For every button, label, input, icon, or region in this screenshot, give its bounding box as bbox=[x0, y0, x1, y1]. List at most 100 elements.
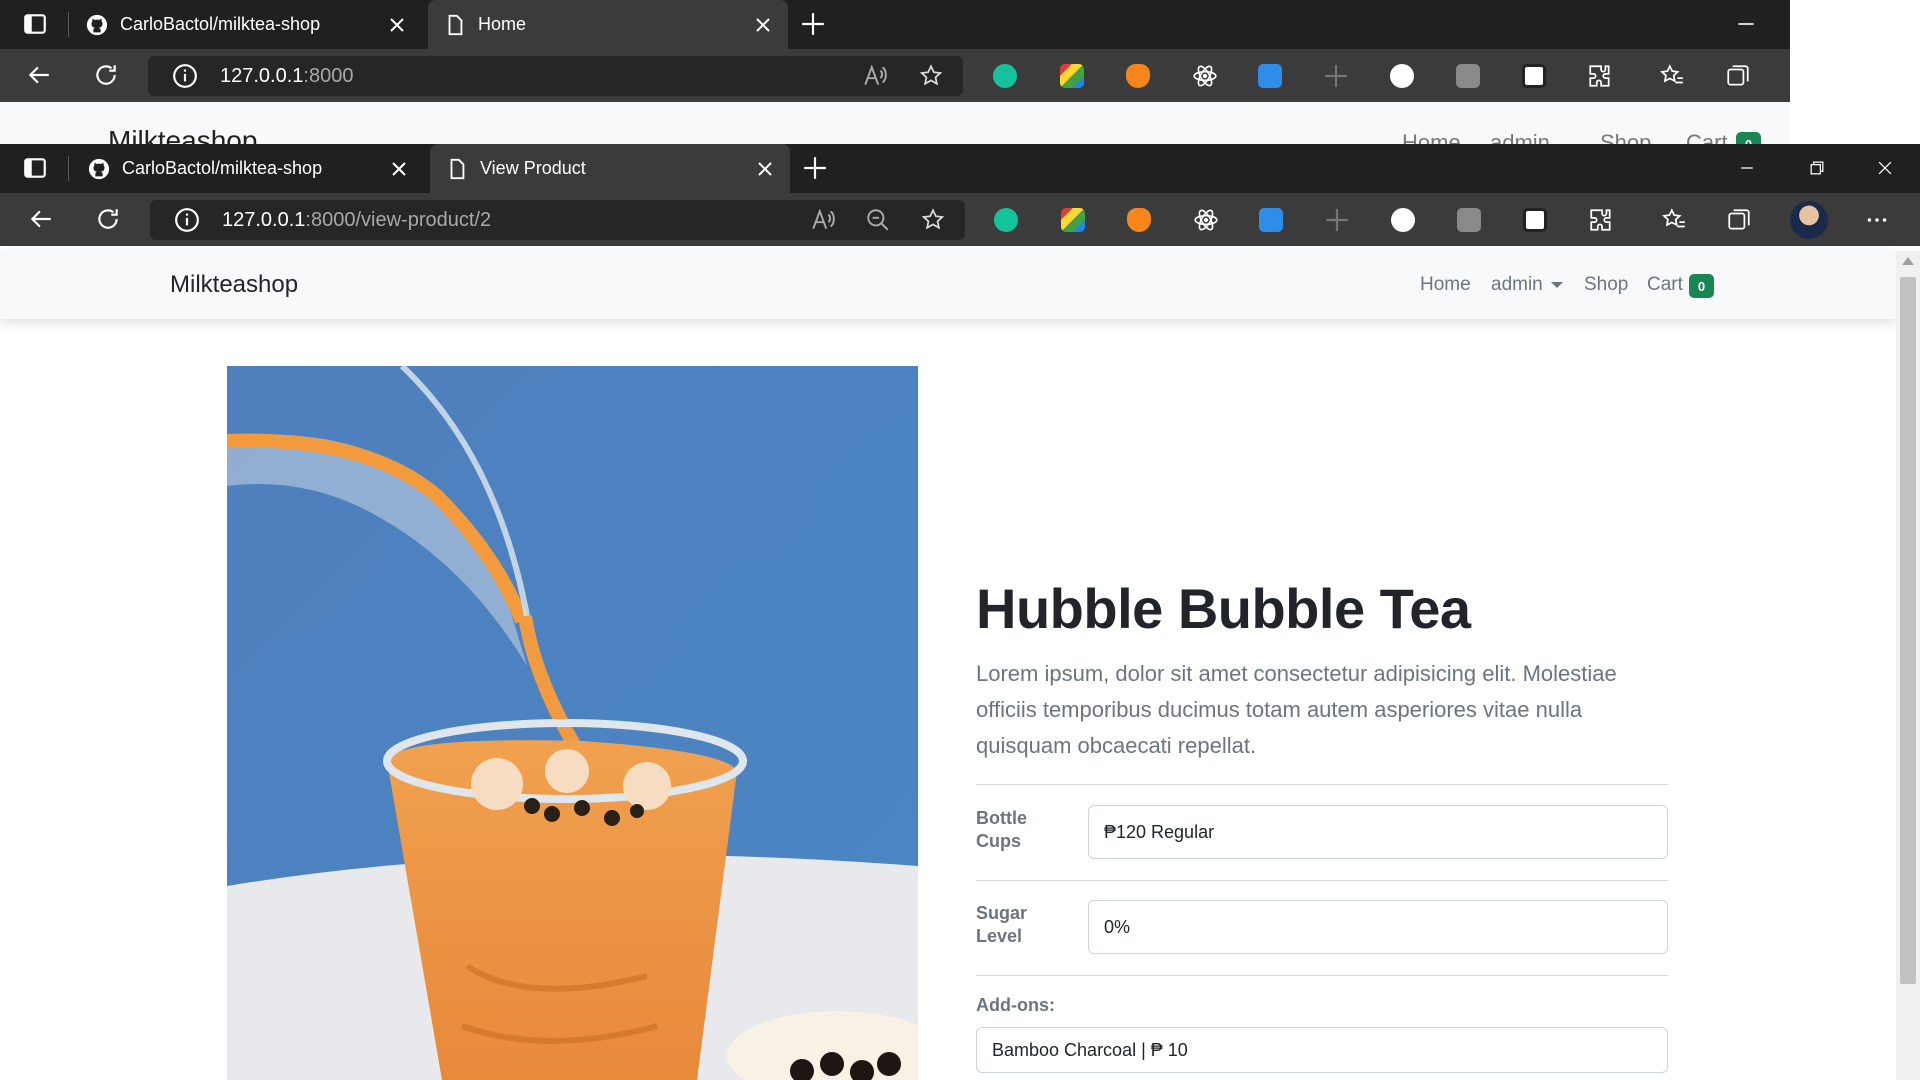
back-address-bar[interactable]: 127.0.0.1:8000 bbox=[148, 56, 963, 96]
product-title: Hubble Bubble Tea bbox=[976, 577, 1471, 640]
nav-home[interactable]: Home bbox=[1420, 274, 1471, 296]
favorites-icon[interactable] bbox=[1661, 207, 1687, 233]
font-extension-icon[interactable] bbox=[1259, 208, 1283, 232]
tab-label: View Product bbox=[480, 158, 586, 178]
metamask-extension-icon[interactable] bbox=[1126, 64, 1150, 88]
back-arrow-icon[interactable] bbox=[28, 206, 54, 232]
tab-view-product[interactable]: View Product bbox=[430, 144, 790, 193]
back-nav-home[interactable]: Home bbox=[1402, 130, 1461, 144]
back-nav-admin[interactable]: admin bbox=[1490, 130, 1550, 144]
font-extension-icon[interactable] bbox=[1258, 64, 1282, 88]
nav-cart[interactable]: Cart bbox=[1647, 274, 1683, 296]
tab-separator bbox=[68, 12, 69, 37]
add-favorite-icon[interactable] bbox=[920, 207, 946, 233]
page-icon bbox=[444, 14, 466, 36]
qr-code-icon[interactable] bbox=[1523, 208, 1547, 232]
read-aloud-icon[interactable] bbox=[862, 63, 888, 89]
product-description: Lorem ipsum, dolor sit amet consectetur … bbox=[976, 661, 1617, 758]
nav-shop[interactable]: Shop bbox=[1584, 274, 1628, 296]
back-browser-window: CarloBactol/milktea-shop Home 127.0.0.1 … bbox=[0, 0, 1790, 144]
extensions-icon[interactable] bbox=[1588, 207, 1614, 233]
color-extension-icon[interactable] bbox=[1060, 64, 1084, 88]
nav-admin-dropdown[interactable]: admin bbox=[1491, 274, 1563, 296]
back-arrow-icon[interactable] bbox=[26, 62, 52, 88]
collections-icon[interactable] bbox=[1726, 207, 1752, 233]
minimize-icon[interactable] bbox=[1733, 11, 1759, 37]
zoom-out-icon[interactable] bbox=[865, 207, 891, 233]
minimize-icon[interactable] bbox=[1734, 155, 1760, 181]
back-nav-cart[interactable]: Cart bbox=[1686, 130, 1728, 144]
measure-extension-icon[interactable] bbox=[1323, 63, 1349, 89]
close-window-icon[interactable] bbox=[1872, 155, 1898, 181]
grammarly-extension-icon[interactable] bbox=[994, 208, 1018, 232]
restore-icon[interactable] bbox=[1804, 155, 1830, 181]
page-icon bbox=[446, 158, 468, 180]
page-scrollbar[interactable] bbox=[1896, 251, 1920, 1080]
color-extension-icon[interactable] bbox=[1061, 208, 1085, 232]
copy-extension-icon[interactable] bbox=[1456, 64, 1480, 88]
tab-label: Home bbox=[478, 14, 527, 34]
info-icon[interactable] bbox=[174, 207, 200, 233]
address-host: 127.0.0.1 bbox=[220, 64, 304, 87]
address-host: 127.0.0.1 bbox=[222, 208, 306, 231]
measure-extension-icon[interactable] bbox=[1324, 207, 1350, 233]
close-icon[interactable] bbox=[390, 160, 408, 178]
product-page: Milkteashop Home admin Shop Cart 0 Hubbl… bbox=[0, 251, 1896, 1080]
json-extension-icon[interactable] bbox=[1390, 64, 1414, 88]
addons-label: Add-ons: bbox=[976, 995, 1055, 1015]
refresh-icon[interactable] bbox=[95, 206, 121, 232]
cart-count-badge: 0 bbox=[1689, 274, 1714, 298]
new-tab-icon[interactable] bbox=[800, 11, 826, 37]
close-icon[interactable] bbox=[754, 16, 772, 34]
grammarly-extension-icon[interactable] bbox=[993, 64, 1017, 88]
profile-avatar[interactable] bbox=[1790, 201, 1828, 239]
tab-actions-icon[interactable] bbox=[22, 155, 48, 181]
sugar-level-label: Sugar Level bbox=[976, 903, 1028, 946]
favorites-icon[interactable] bbox=[1659, 63, 1685, 89]
json-extension-icon[interactable] bbox=[1391, 208, 1415, 232]
github-icon bbox=[86, 14, 108, 36]
tab-github[interactable]: CarloBactol/milktea-shop bbox=[72, 148, 424, 189]
tab-label: CarloBactol/milktea-shop bbox=[122, 158, 323, 178]
back-nav-shop[interactable]: Shop bbox=[1600, 130, 1651, 144]
scroll-up-arrow-icon[interactable] bbox=[1902, 257, 1914, 265]
qr-code-icon[interactable] bbox=[1522, 64, 1546, 88]
product-image bbox=[227, 366, 918, 1080]
site-brand[interactable]: Milkteashop bbox=[170, 271, 298, 299]
new-tab-icon[interactable] bbox=[802, 155, 828, 181]
front-toolbar: 127.0.0.1:8000/view-product/2 bbox=[0, 193, 1920, 246]
back-cart-count-badge: 0 bbox=[1736, 132, 1761, 144]
info-icon[interactable] bbox=[172, 63, 198, 89]
more-options-icon[interactable] bbox=[1864, 207, 1890, 233]
back-tab-bar: CarloBactol/milktea-shop Home bbox=[0, 0, 1790, 49]
addons-select[interactable]: Bamboo Charcoal | ₱ 10 bbox=[976, 1027, 1668, 1073]
react-devtools-icon[interactable] bbox=[1193, 207, 1219, 233]
scroll-thumb[interactable] bbox=[1900, 277, 1916, 984]
front-address-bar[interactable]: 127.0.0.1:8000/view-product/2 bbox=[150, 200, 965, 240]
metamask-extension-icon[interactable] bbox=[1127, 208, 1151, 232]
extensions-icon[interactable] bbox=[1587, 63, 1613, 89]
react-devtools-icon[interactable] bbox=[1192, 63, 1218, 89]
refresh-icon[interactable] bbox=[93, 62, 119, 88]
bottle-cups-select[interactable]: ₱120 Regular bbox=[1088, 805, 1668, 859]
divider bbox=[976, 975, 1668, 976]
divider bbox=[976, 784, 1668, 785]
nav-admin-label: admin bbox=[1491, 274, 1543, 295]
tab-github[interactable]: CarloBactol/milktea-shop bbox=[70, 4, 422, 45]
back-page-brand: Milkteashop bbox=[108, 125, 258, 144]
sugar-level-select[interactable]: 0% bbox=[1088, 900, 1668, 954]
tab-actions-icon[interactable] bbox=[22, 11, 48, 37]
read-aloud-icon[interactable] bbox=[810, 207, 836, 233]
add-favorite-icon[interactable] bbox=[918, 63, 944, 89]
back-toolbar: 127.0.0.1:8000 bbox=[0, 49, 1790, 102]
front-tab-bar: CarloBactol/milktea-shop View Product bbox=[0, 144, 1920, 193]
bottle-cups-label: Bottle Cups bbox=[976, 808, 1027, 851]
collections-icon[interactable] bbox=[1725, 63, 1751, 89]
address-path: :8000/view-product/2 bbox=[305, 208, 492, 231]
close-icon[interactable] bbox=[756, 160, 774, 178]
copy-extension-icon[interactable] bbox=[1457, 208, 1481, 232]
github-icon bbox=[88, 158, 110, 180]
tab-home[interactable]: Home bbox=[428, 0, 788, 49]
tab-separator bbox=[68, 156, 69, 181]
close-icon[interactable] bbox=[388, 16, 406, 34]
